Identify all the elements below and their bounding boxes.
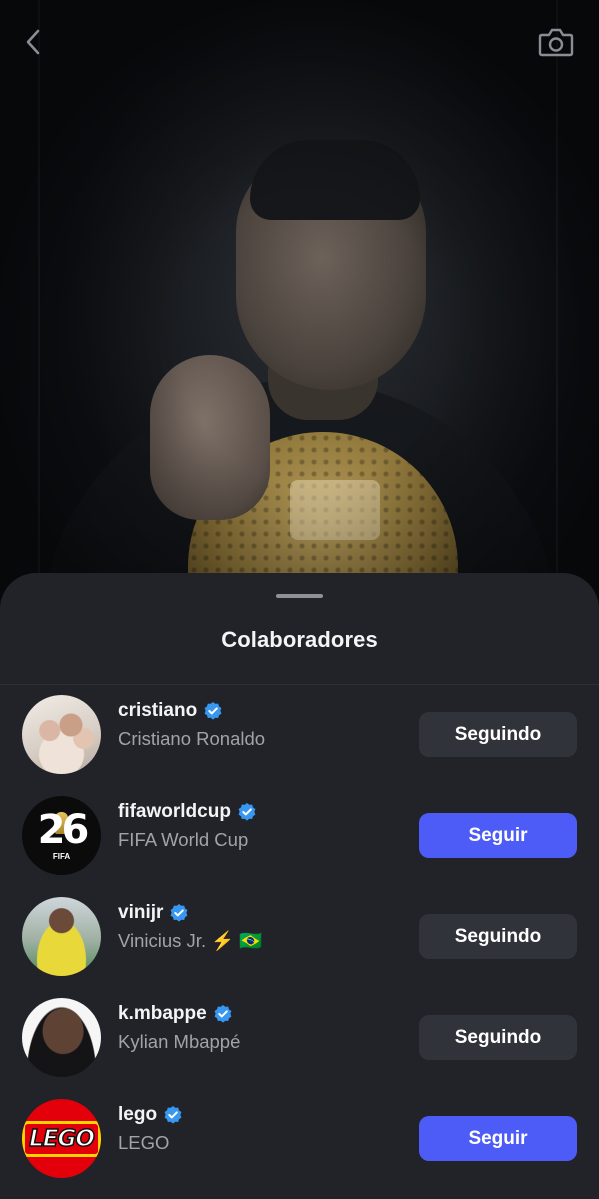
verified-badge-icon — [204, 702, 222, 720]
list-item[interactable]: k.mbappe Kylian Mbappé Seguindo — [0, 988, 599, 1089]
verified-badge-icon — [238, 803, 256, 821]
follow-button[interactable]: Seguir — [419, 1116, 577, 1161]
sheet-title: Colaboradores — [221, 627, 378, 652]
username[interactable]: vinijr — [118, 902, 163, 924]
collaborators-list: cristiano Cristiano Ronaldo Seguindo 26 … — [0, 685, 599, 1190]
back-button[interactable] — [14, 22, 54, 62]
following-button[interactable]: Seguindo — [419, 1015, 577, 1060]
verified-badge-icon — [171, 904, 188, 922]
avatar[interactable] — [22, 897, 101, 976]
list-item[interactable]: cristiano Cristiano Ronaldo Seguindo — [0, 685, 599, 786]
follow-button[interactable]: Seguir — [419, 813, 577, 858]
full-name: Vinicius Jr. ⚡️ 🇧🇷 — [118, 930, 263, 951]
full-name: Kylian Mbappé — [118, 1031, 241, 1052]
following-button[interactable]: Seguindo — [419, 712, 577, 757]
full-name: FIFA World Cup — [118, 829, 249, 850]
fifa-logo-label: FIFA — [52, 852, 71, 861]
camera-button[interactable] — [536, 22, 576, 62]
fifa-logo-number: 26 — [37, 807, 90, 853]
avatar[interactable]: 26 FIFA — [22, 796, 101, 875]
username[interactable]: lego — [118, 1104, 157, 1126]
collaborators-sheet: Colaboradores cristiano Cristiano Ronald… — [0, 573, 599, 1199]
verified-badge-icon — [164, 1106, 182, 1124]
sheet-grabber[interactable] — [276, 594, 323, 598]
lego-logo: LEGO — [22, 1120, 101, 1157]
camera-icon — [538, 28, 574, 57]
screen: Colaboradores cristiano Cristiano Ronald… — [0, 0, 599, 1199]
username[interactable]: k.mbappe — [118, 1003, 207, 1025]
following-button[interactable]: Seguindo — [419, 914, 577, 959]
avatar[interactable] — [22, 695, 101, 774]
chevron-left-icon — [26, 29, 40, 55]
username[interactable]: fifaworldcup — [118, 801, 231, 823]
list-item[interactable]: 26 FIFA fifaworldcup FIFA World Cup Segu… — [0, 786, 599, 887]
list-item[interactable]: LEGO lego LEGO Seguir — [0, 1089, 599, 1190]
verified-badge-icon — [214, 1005, 232, 1023]
username[interactable]: cristiano — [118, 700, 197, 722]
full-name: Cristiano Ronaldo — [118, 728, 266, 749]
list-item[interactable]: vinijr Vinicius Jr. ⚡️ 🇧🇷 Seguindo — [0, 887, 599, 988]
full-name: LEGO — [118, 1132, 170, 1153]
post-photo — [0, 0, 599, 620]
avatar[interactable] — [22, 998, 101, 1077]
avatar[interactable]: LEGO — [22, 1099, 101, 1178]
